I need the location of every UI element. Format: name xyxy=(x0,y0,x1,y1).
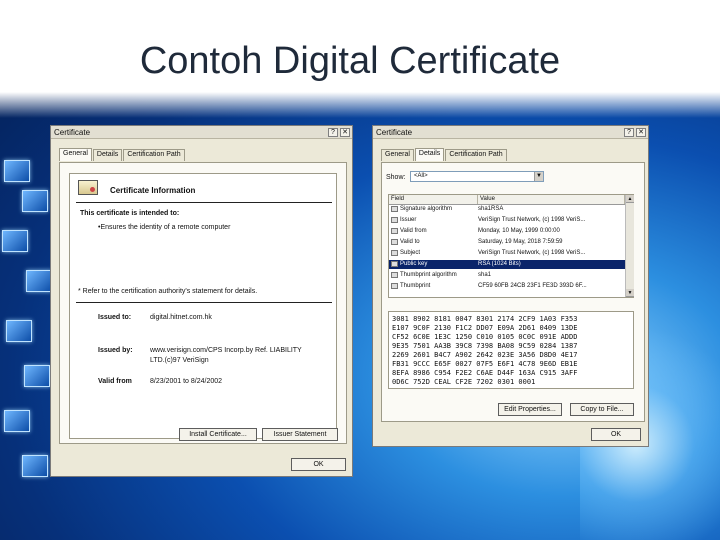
field-icon xyxy=(391,217,398,223)
field-icon xyxy=(391,261,398,267)
field-name: Issuer xyxy=(400,217,417,223)
dialog-title: Certificate xyxy=(54,127,91,137)
dialog-titlebar: Certificate ? ✕ xyxy=(51,126,352,139)
field-name: Signature algorithm xyxy=(400,206,453,212)
certificate-dialog-general: Certificate ? ✕ General Details Certific… xyxy=(50,125,353,477)
dialog-title: Certificate xyxy=(376,127,413,137)
column-header-field[interactable]: Field xyxy=(389,195,478,204)
divider xyxy=(76,302,332,303)
field-row[interactable]: Subject VeriSign Trust Network, (c) 1998… xyxy=(389,249,625,258)
reference-note: * Refer to the certification authority's… xyxy=(78,288,258,295)
divider xyxy=(76,202,332,203)
show-label: Show: xyxy=(386,174,406,181)
tab-strip: General Details Certification Path xyxy=(381,148,508,162)
field-row[interactable]: Valid to Saturday, 19 May, 2018 7:59:59 xyxy=(389,238,625,247)
field-row-selected[interactable]: Public key RSA (1024 Bits) xyxy=(389,260,625,269)
field-value: VeriSign Trust Network, (c) 1998 VeriS..… xyxy=(478,217,586,223)
ok-button[interactable]: OK xyxy=(591,428,641,441)
field-value: Saturday, 19 May, 2018 7:59:59 xyxy=(478,239,563,245)
field-value: VeriSign Trust Network, (c) 1998 VeriS..… xyxy=(478,250,586,256)
issued-to-label: Issued to: xyxy=(98,314,132,321)
field-value: RSA (1024 Bits) xyxy=(478,261,521,267)
hex-line: CF52 6C0E 1E3C 1250 C010 0105 0C0C 091E … xyxy=(392,333,578,341)
show-dropdown-value: <All> xyxy=(414,173,428,179)
field-row[interactable]: Thumbprint algorithm sha1 xyxy=(389,271,625,280)
hex-line: 9E35 7501 AA3B 39C8 7398 BA08 9C59 0284 … xyxy=(392,342,578,350)
field-name: Public key xyxy=(400,261,428,267)
hex-line: 3081 8902 8181 0047 8301 2174 2CF9 1A03 … xyxy=(392,315,578,323)
field-value: sha1RSA xyxy=(478,206,504,212)
field-row[interactable]: Valid from Monday, 10 May, 1999 0:00:00 xyxy=(389,227,625,236)
tab-details[interactable]: Details xyxy=(414,148,445,161)
column-header-value[interactable]: Value xyxy=(478,195,625,204)
field-name: Subject xyxy=(400,250,421,256)
certificate-info-heading: Certificate Information xyxy=(110,186,196,195)
tab-strip: General Details Certification Path xyxy=(59,148,186,162)
ok-button[interactable]: OK xyxy=(291,458,346,471)
general-panel: Certificate Information This certificate… xyxy=(59,162,347,444)
certificate-icon xyxy=(78,180,98,195)
hex-line: 2269 2601 B4C7 A902 2642 023E 3A56 D8D0 … xyxy=(392,351,578,359)
field-row[interactable]: Signature algorithm sha1RSA xyxy=(389,205,625,214)
hex-line: 0D6C 752D CEAL CF2E 7202 0301 0001 xyxy=(392,378,536,386)
field-row[interactable]: Issuer VeriSign Trust Network, (c) 1998 … xyxy=(389,216,625,225)
certificate-dialog-details: Certificate ? ✕ General Details Certific… xyxy=(372,125,649,447)
field-name: Valid to xyxy=(400,239,420,245)
issued-by-value-line2: LTD.(c)97 VeriSign xyxy=(150,357,209,364)
field-value: sha1 xyxy=(478,272,492,278)
field-icon xyxy=(391,206,398,212)
hex-line: 8EFA 8986 C954 F2E2 C6AE D44F 163A C915 … xyxy=(392,369,578,377)
tab-general[interactable]: General xyxy=(59,148,92,161)
hex-line: E107 9C0F 2130 F1C2 DD07 E09A 2D61 0409 … xyxy=(392,324,578,332)
certificate-info-box: Certificate Information This certificate… xyxy=(69,173,337,439)
issued-by-value-line1: www.verisign.com/CPS Incorp.by Ref. LIAB… xyxy=(150,347,302,354)
show-dropdown[interactable]: <All> ▼ xyxy=(410,171,544,182)
field-icon xyxy=(391,283,398,289)
issued-to-value: digital.hitnet.com.hk xyxy=(150,314,212,321)
tab-certification-path[interactable]: Certification Path xyxy=(123,149,185,161)
fields-header: Field Value xyxy=(389,195,625,205)
help-button[interactable]: ? xyxy=(624,127,634,137)
chevron-down-icon[interactable]: ▼ xyxy=(534,172,543,181)
scroll-down-icon[interactable]: ▼ xyxy=(626,289,634,297)
help-button[interactable]: ? xyxy=(328,127,338,137)
field-value: CF59 60FB 24CB 23F1 FE3D 393D 6F... xyxy=(478,283,587,289)
intended-heading: This certificate is intended to: xyxy=(80,210,180,217)
valid-from-label: Valid from xyxy=(98,378,132,385)
tab-certification-path[interactable]: Certification Path xyxy=(445,149,507,161)
details-panel: Show: <All> ▼ Field Value Signature algo… xyxy=(381,162,645,422)
issued-by-label: Issued by: xyxy=(98,347,133,354)
field-icon xyxy=(391,250,398,256)
scroll-up-icon[interactable]: ▲ xyxy=(626,195,634,203)
copy-to-file-button[interactable]: Copy to File... xyxy=(570,403,634,416)
edit-properties-button[interactable]: Edit Properties... xyxy=(498,403,562,416)
field-icon xyxy=(391,272,398,278)
fields-scrollbar[interactable]: ▲ ▼ xyxy=(625,195,634,297)
field-name: Thumbprint algorithm xyxy=(400,272,457,278)
field-icon xyxy=(391,239,398,245)
tab-general[interactable]: General xyxy=(381,149,414,161)
field-name: Thumbprint xyxy=(400,283,431,289)
field-icon xyxy=(391,228,398,234)
field-value: Monday, 10 May, 1999 0:00:00 xyxy=(478,228,560,234)
issuer-statement-button[interactable]: Issuer Statement xyxy=(262,428,338,441)
close-button[interactable]: ✕ xyxy=(636,127,646,137)
value-hex-box: 3081 8902 8181 0047 8301 2174 2CF9 1A03 … xyxy=(388,311,634,389)
slide-title: Contoh Digital Certificate xyxy=(139,40,561,82)
fields-list: Field Value Signature algorithm sha1 RSA … xyxy=(388,194,634,298)
close-button[interactable]: ✕ xyxy=(340,127,350,137)
install-certificate-button[interactable]: Install Certificate... xyxy=(179,428,257,441)
dialog-titlebar: Certificate ? ✕ xyxy=(373,126,648,139)
tab-details[interactable]: Details xyxy=(92,149,123,161)
valid-from-value: 8/23/2001 to 8/24/2002 xyxy=(150,378,223,385)
hex-line: FB31 9CCC E65F 0027 07F5 E6F1 4C78 9E6D … xyxy=(392,360,578,368)
intended-item: •Ensures the identity of a remote comput… xyxy=(98,224,231,231)
field-row[interactable]: Thumbprint CF59 60FB 24CB 23F1 FE3D 393D… xyxy=(389,282,625,291)
field-name: Valid from xyxy=(400,228,427,234)
